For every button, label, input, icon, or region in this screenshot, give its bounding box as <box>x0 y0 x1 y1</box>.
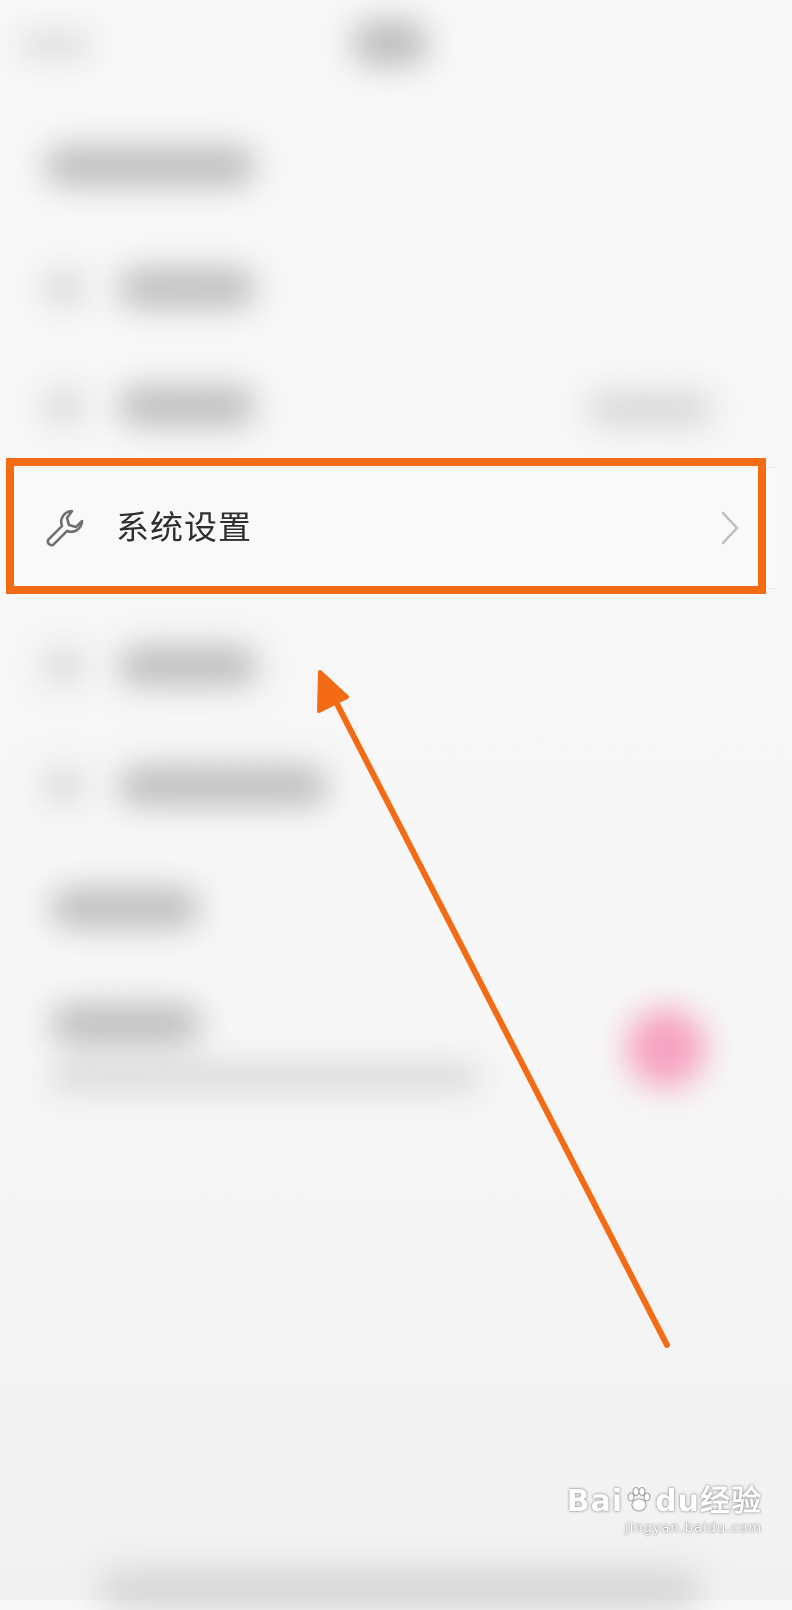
blurred-back-mark <box>20 34 90 56</box>
blurred-row-5-icon <box>44 648 84 684</box>
blurred-row-8-desc <box>50 1064 480 1090</box>
blurred-row-6-icon <box>44 768 84 804</box>
blurred-row-3 <box>118 386 256 426</box>
blurred-row-3-icon <box>44 388 84 424</box>
blurred-row-7 <box>50 888 200 928</box>
blurred-row-1 <box>44 146 256 186</box>
blurred-row-6 <box>118 766 328 806</box>
system-settings-item[interactable]: 系统设置 <box>12 467 778 589</box>
blurred-row-3-value <box>588 392 712 426</box>
watermark-brand-left: Bai <box>566 1484 624 1519</box>
watermark-url: jingyan.baidu.com <box>625 1521 762 1536</box>
chevron-right-icon <box>718 508 742 548</box>
system-settings-label: 系统设置 <box>116 508 252 547</box>
blurred-title <box>352 20 428 66</box>
paw-logo-icon <box>625 1486 653 1514</box>
blurred-bottom-bar <box>100 1570 700 1610</box>
blurred-row-8 <box>50 1004 202 1044</box>
blurred-row-2 <box>118 268 256 308</box>
watermark-brand-right: du <box>655 1484 700 1519</box>
wrench-icon <box>42 505 88 551</box>
blurred-row-5 <box>118 646 258 686</box>
blurred-background <box>0 0 792 1610</box>
blurred-toggle <box>626 1008 706 1088</box>
baidu-jingyan-watermark: Bai du经验 jingyan.baidu.com <box>567 1484 762 1538</box>
watermark-brand-cn: 经验 <box>700 1484 762 1519</box>
blurred-row-2-icon <box>44 270 84 306</box>
watermark-brand: Bai du经验 <box>567 1484 762 1520</box>
